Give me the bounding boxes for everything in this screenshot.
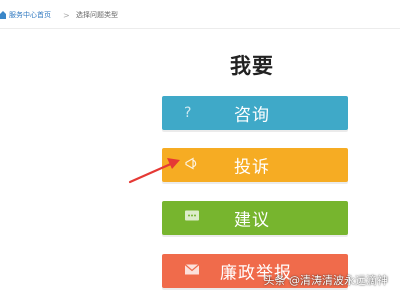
question-icon: ? [184, 105, 192, 121]
home-icon[interactable] [0, 11, 6, 19]
breadcrumb-separator: > [63, 10, 70, 20]
breadcrumb-home-link[interactable]: 服务中心首页 [9, 10, 51, 20]
envelope-icon [184, 264, 200, 279]
complain-label: 投诉 [234, 157, 270, 178]
megaphone-icon [184, 157, 200, 174]
breadcrumb-current: 选择问题类型 [76, 11, 118, 19]
consult-button[interactable]: ? 咨询 [162, 96, 348, 130]
consult-label: 咨询 [234, 105, 270, 126]
breadcrumb: 服务中心首页 > 选择问题类型 [0, 8, 400, 22]
chat-bubble-icon [184, 210, 200, 227]
page-title: 我要 [230, 54, 274, 78]
suggest-label: 建议 [234, 210, 270, 231]
watermark: 头条 @清涛清波永远滴神 [263, 274, 389, 287]
suggest-button[interactable]: 建议 [162, 201, 348, 235]
complain-button[interactable]: 投诉 [162, 148, 348, 182]
divider [0, 28, 400, 29]
